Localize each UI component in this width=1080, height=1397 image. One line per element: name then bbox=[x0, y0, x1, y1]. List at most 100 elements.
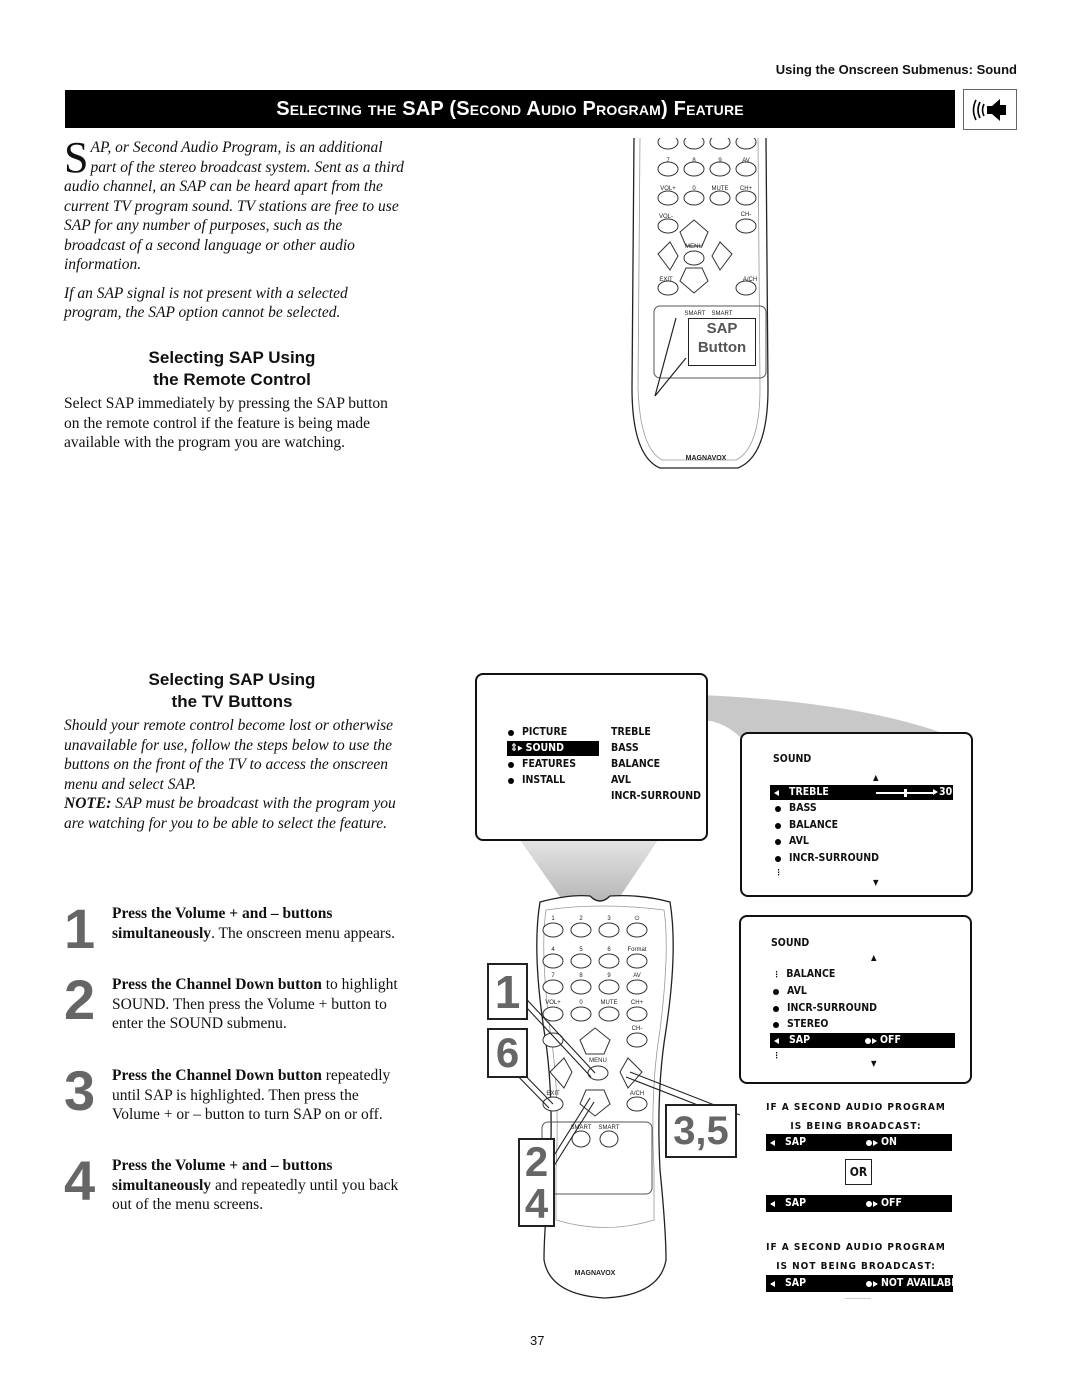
sound-menu-item-treble[interactable]: TREBLE 30 bbox=[770, 785, 953, 800]
bullet-icon bbox=[775, 805, 781, 812]
sap-button-callout: SAP Button bbox=[688, 318, 756, 366]
remote-label: Format bbox=[627, 947, 646, 953]
remote-label: CH+ bbox=[631, 1000, 644, 1006]
sap-value: OFF bbox=[881, 1197, 902, 1209]
sap-not-available-row[interactable]: SAP NOT AVAILABLE bbox=[766, 1275, 964, 1292]
callout-step-2: 2 bbox=[524, 1137, 549, 1185]
item-label: AVL bbox=[789, 835, 809, 847]
item-label: BALANCE bbox=[789, 819, 839, 831]
sound-menu-sap-screen: SOUND ▲ ⋮ BALANCE AVL INCR-SURROUND STERE… bbox=[739, 915, 972, 1084]
item-label: TREBLE bbox=[789, 786, 829, 798]
step-rest: . The onscreen menu appears. bbox=[211, 924, 395, 942]
sound-menu-item[interactable]: INCR-SURROUND bbox=[773, 1001, 877, 1016]
submenu-preview-item: BALANCE bbox=[611, 758, 661, 770]
page-number: 37 bbox=[530, 1333, 545, 1348]
right-arrow-icon bbox=[872, 1037, 877, 1044]
drop-cap: S bbox=[64, 133, 89, 182]
sound-menu-item[interactable]: INCR-SURROUND bbox=[775, 851, 879, 866]
step-4: 4 Press the Volume + and – buttons simul… bbox=[64, 1149, 409, 1215]
sound-menu-item[interactable]: ⋮ BALANCE bbox=[773, 967, 835, 982]
step-text: Press the Channel Down button repeatedly… bbox=[112, 1066, 409, 1125]
main-menu-item-sound[interactable]: ⇕▸ SOUND bbox=[507, 741, 599, 756]
remote-top-label-mute: MUTE bbox=[712, 186, 729, 192]
sound-menu-item[interactable]: BASS bbox=[775, 801, 817, 816]
broadcast-caption: IF A SECOND AUDIO PROGRAM IS BEING BROAD… bbox=[766, 1098, 946, 1136]
remote-label: EXIT bbox=[546, 1091, 560, 1097]
item-label: AVL bbox=[787, 985, 807, 997]
bullet-icon bbox=[773, 988, 779, 995]
page-title: Selecting the SAP (Second Audio Program)… bbox=[65, 90, 955, 128]
remote-label: CH- bbox=[632, 1026, 643, 1032]
callout-steps-3-5: 3,5 bbox=[665, 1104, 737, 1158]
main-menu-item-features[interactable]: FEATURES bbox=[508, 757, 576, 772]
intro-paragraph-1-text: AP, or Second Audio Program, is an addit… bbox=[64, 139, 404, 273]
or-label: OR bbox=[845, 1159, 872, 1185]
not-broadcast-caption-line1: IF A SECOND AUDIO PROGRAM bbox=[766, 1242, 946, 1253]
tv-section-body: Should your remote control become lost o… bbox=[64, 716, 404, 833]
step-3: 3 Press the Channel Down button repeated… bbox=[64, 1063, 409, 1125]
remote-label: MUTE bbox=[601, 1000, 618, 1006]
remote-label: SMART bbox=[599, 1125, 620, 1131]
main-menu-item-picture[interactable]: PICTURE bbox=[508, 725, 567, 740]
remote-top-label-chplus: CH+ bbox=[740, 186, 753, 192]
sound-menu-title: SOUND bbox=[771, 937, 810, 949]
step-1: 1 Press the Volume + and – buttons simul… bbox=[64, 901, 409, 957]
remote-top-label-volplus: VOL+ bbox=[660, 186, 676, 192]
intro-paragraph-1: S AP, or Second Audio Program, is an addi… bbox=[64, 133, 404, 275]
scroll-up-icon: ▲ bbox=[871, 953, 877, 962]
remote-label: AV bbox=[633, 973, 641, 979]
broadcast-caption-line1: IF A SECOND AUDIO PROGRAM bbox=[766, 1102, 946, 1113]
right-arrow-icon bbox=[873, 1280, 878, 1287]
callout-step-4: 4 bbox=[524, 1179, 549, 1227]
dot-icon bbox=[866, 1139, 872, 1146]
main-menu-screen: PICTURE ⇕▸ SOUND FEATURES INSTALL TREBLE … bbox=[475, 673, 708, 841]
dot-icon bbox=[866, 1280, 872, 1287]
remote-section-body: Select SAP immediately by pressing the S… bbox=[64, 395, 388, 451]
submenu-preview-item: BASS bbox=[611, 742, 639, 754]
bullet-icon bbox=[775, 822, 781, 829]
tv-section-heading: Selecting SAP Using the TV Buttons bbox=[62, 669, 402, 713]
power-icon: ⏻ bbox=[635, 915, 640, 922]
more-items-icon: ⋮ bbox=[773, 1051, 781, 1060]
remote-top-label-smart2: SMART bbox=[712, 311, 733, 317]
remote-top-label-smart1: SMART bbox=[685, 311, 706, 317]
main-menu-item-install[interactable]: INSTALL bbox=[508, 773, 565, 788]
note-label: NOTE: bbox=[64, 795, 112, 812]
remote-label: VOL+ bbox=[545, 1000, 561, 1006]
step-number: 4 bbox=[64, 1149, 96, 1212]
left-arrow-icon bbox=[770, 1139, 775, 1146]
bullet-icon bbox=[508, 729, 514, 736]
not-broadcast-caption-line2: IS NOT BEING BROADCAST: bbox=[776, 1261, 936, 1272]
intro-paragraph-2: If an SAP signal is not present with a s… bbox=[64, 284, 348, 322]
remote-heading-line2: the Remote Control bbox=[153, 370, 311, 389]
sound-menu-item[interactable]: BALANCE bbox=[775, 818, 838, 833]
remote-label: A/CH bbox=[630, 1091, 644, 1097]
item-label: SAP bbox=[789, 1034, 811, 1046]
sound-menu-item[interactable]: STEREO bbox=[773, 1017, 828, 1032]
treble-slider-knob[interactable] bbox=[904, 789, 907, 797]
sap-value: NOT AVAILABLE bbox=[881, 1277, 964, 1289]
item-label: INSTALL bbox=[522, 774, 566, 786]
bullet-icon bbox=[773, 1021, 779, 1028]
sap-off-row[interactable]: SAP OFF bbox=[766, 1195, 952, 1212]
item-label: SOUND bbox=[525, 742, 564, 754]
bullet-icon bbox=[775, 838, 781, 845]
sap-value: OFF bbox=[880, 1034, 901, 1046]
remote-bottom-illustration: 1 2 3 ⏻ 4 5 6 Format 7 8 9 AV VOL+ 0 MUT… bbox=[507, 894, 741, 1299]
left-arrow-icon bbox=[770, 1200, 775, 1207]
remote-top-label-ach: A/CH bbox=[743, 277, 757, 283]
sap-on-row[interactable]: SAP ON bbox=[766, 1134, 952, 1151]
remote-top-illustration: 7 8 9 AV VOL+ 0 MUTE CH+ VOL- CH- MENU E… bbox=[631, 138, 769, 469]
sound-menu-item-sap[interactable]: SAP OFF bbox=[770, 1033, 955, 1048]
callout-step-1: 1 bbox=[487, 963, 528, 1020]
updown-arrow-icon: ⇕▸ bbox=[510, 742, 523, 754]
remote-top-label-av: AV bbox=[742, 158, 750, 164]
sap-label: SAP bbox=[785, 1136, 807, 1148]
sound-menu-item[interactable]: AVL bbox=[773, 984, 807, 999]
right-arrow-icon bbox=[873, 1200, 878, 1207]
item-label: FEATURES bbox=[522, 758, 577, 770]
sound-menu-item[interactable]: AVL bbox=[775, 834, 809, 849]
right-arrow-icon bbox=[933, 789, 938, 795]
bullet-icon bbox=[773, 1005, 779, 1012]
running-head: Using the Onscreen Submenus: Sound bbox=[775, 62, 1017, 77]
